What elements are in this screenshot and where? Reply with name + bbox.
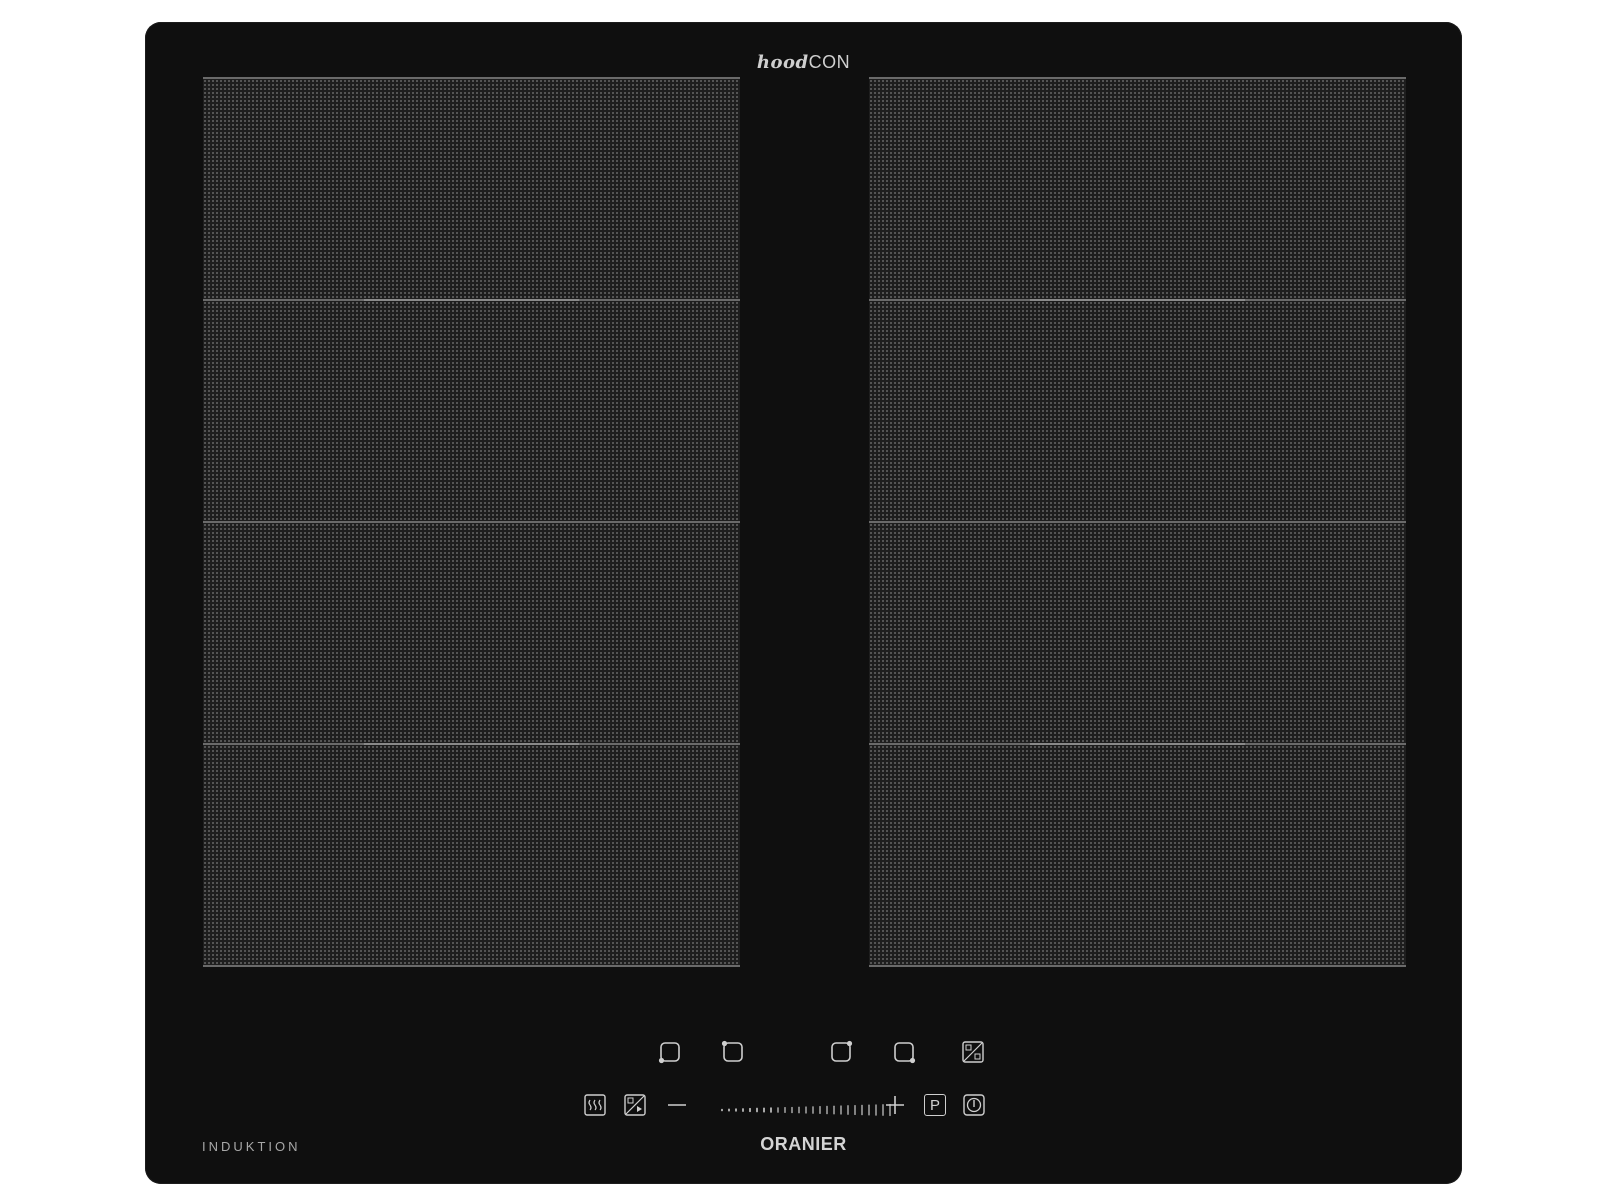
hoodcon-logo: hoodCON <box>145 52 1462 73</box>
zone-marker <box>364 299 579 301</box>
induction-hob: hoodCON P INDUKTION ORANIER <box>145 22 1462 1184</box>
oranier-logo: ORANIER <box>760 1134 847 1154</box>
hoodcon-logo-italic: hood <box>756 52 809 73</box>
hood-link-button[interactable] <box>622 1092 648 1118</box>
zone-marker <box>364 743 579 745</box>
front-left-zone-button[interactable] <box>657 1039 683 1065</box>
zone-marker <box>1030 743 1245 745</box>
cooking-zone-segment <box>203 523 740 745</box>
rear-left-zone-button[interactable] <box>720 1039 746 1065</box>
keep-warm-button[interactable] <box>582 1092 608 1118</box>
cooking-zone-segment <box>203 743 740 967</box>
rear-left-zone-icon <box>721 1040 743 1062</box>
hood-link-icon <box>624 1094 646 1116</box>
cooking-zone-segment <box>869 79 1406 301</box>
power-button[interactable] <box>961 1092 987 1118</box>
power-icon <box>963 1094 985 1116</box>
right-flex-cooking-area <box>869 77 1406 974</box>
cooking-zone-segment <box>869 299 1406 523</box>
front-right-zone-button[interactable] <box>891 1039 917 1065</box>
power-boost-button[interactable]: P <box>922 1092 948 1118</box>
left-flex-cooking-area <box>203 77 740 974</box>
hoodcon-logo-plain: CON <box>808 52 851 72</box>
power-slider[interactable] <box>718 1103 898 1117</box>
increase-button[interactable] <box>882 1092 908 1118</box>
cooking-zone-segment <box>869 523 1406 745</box>
zone-marker <box>1030 299 1245 301</box>
front-right-zone-icon <box>894 1042 916 1064</box>
rear-right-zone-button[interactable] <box>828 1039 854 1065</box>
power-boost-label: P <box>924 1094 946 1116</box>
rear-right-zone-icon <box>831 1040 853 1062</box>
plus-icon <box>886 1096 904 1114</box>
cooking-zone-segment <box>203 79 740 301</box>
keep-warm-icon <box>584 1094 606 1116</box>
decrease-button[interactable] <box>664 1092 690 1118</box>
minus-icon <box>668 1104 686 1106</box>
front-left-zone-icon <box>658 1042 680 1064</box>
cooking-zone-segment <box>869 743 1406 967</box>
cooking-zone-segment <box>203 299 740 523</box>
flex-zone-button[interactable] <box>960 1039 986 1065</box>
flex-zone-icon <box>962 1041 984 1063</box>
